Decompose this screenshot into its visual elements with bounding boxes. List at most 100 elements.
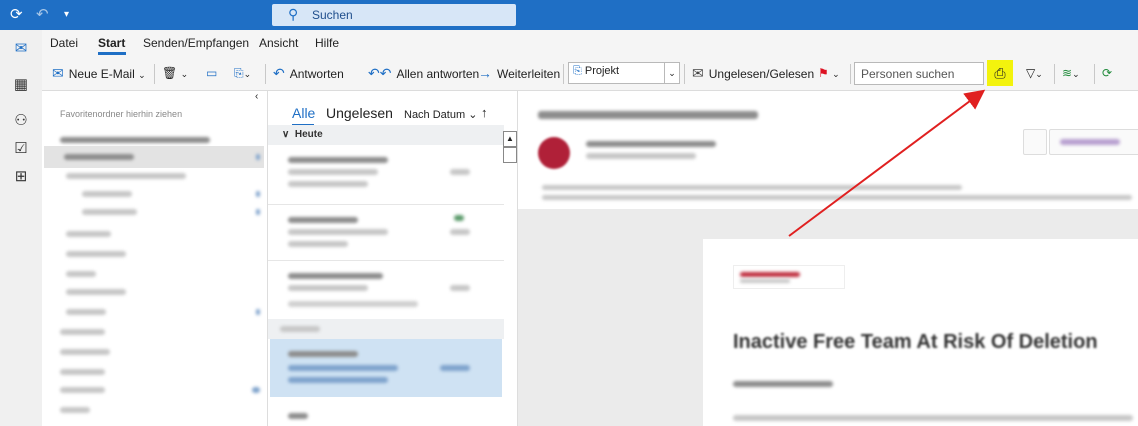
menu-item-senden-empfangen[interactable]: Senden/Empfangen <box>143 36 249 50</box>
new-email-button[interactable]: ✉ Neue E-Mail ⌄ <box>52 62 146 84</box>
folder-item[interactable] <box>66 251 126 257</box>
folder-item[interactable] <box>66 309 106 315</box>
apps-icon[interactable]: ⊞ <box>10 166 32 188</box>
scrollbar[interactable]: ▲ <box>503 131 517 421</box>
mail-icon[interactable]: ✉ <box>10 38 32 60</box>
subject <box>288 169 378 175</box>
chevron-down-icon[interactable]: ⌄ <box>244 69 252 79</box>
reading-reply-button[interactable] <box>1049 129 1138 155</box>
flag-button[interactable]: ⚑ ⌄ <box>818 62 840 84</box>
folder-item[interactable] <box>66 271 96 277</box>
calendar-icon[interactable]: ▦ <box>10 74 32 96</box>
body-text <box>733 415 1133 421</box>
unread-count <box>256 191 260 197</box>
list-item-selected[interactable] <box>270 339 502 397</box>
list-item[interactable] <box>270 205 502 259</box>
folder-item[interactable] <box>66 231 111 237</box>
sender <box>288 413 308 419</box>
chevron-down-icon[interactable]: ⌄ <box>1035 69 1043 79</box>
scroll-up-icon[interactable]: ▲ <box>503 131 517 147</box>
chevron-down-icon[interactable]: ⌄ <box>138 70 146 80</box>
scroll-thumb[interactable] <box>503 147 517 163</box>
folder-item[interactable] <box>82 209 137 215</box>
unread-count <box>256 209 260 215</box>
folder-item[interactable] <box>60 349 110 355</box>
forward-button[interactable]: → Weiterleiten <box>478 62 560 84</box>
chevron-down-icon: ⌄ <box>468 109 478 121</box>
folder-item[interactable] <box>66 173 186 179</box>
info-bar <box>542 185 962 190</box>
like-icon[interactable] <box>1023 129 1047 155</box>
reply-button[interactable]: ↶ Antworten <box>273 62 344 84</box>
sort-dropdown[interactable]: Nach Datum ⌄ <box>404 108 477 121</box>
folder-item[interactable] <box>60 369 105 375</box>
people-icon[interactable]: ⚇ <box>10 110 32 132</box>
app-rail: ✉ ▦ ⚇ ☑ ⊞ <box>0 30 43 426</box>
folder-item[interactable] <box>60 387 105 393</box>
divider <box>1094 64 1095 84</box>
unread-read-label: Ungelesen/Gelesen <box>708 67 815 81</box>
tab-all[interactable]: Alle <box>292 105 315 121</box>
logo-mark <box>740 272 800 277</box>
menu-item-ansicht[interactable]: Ansicht <box>259 36 298 50</box>
collapse-pane-icon[interactable]: ‹ <box>255 91 258 102</box>
menu-item-hilfe[interactable]: Hilfe <box>315 36 339 50</box>
sender <box>288 273 383 279</box>
sort-direction-icon[interactable]: ↑ <box>481 105 488 120</box>
message-header <box>518 91 1138 209</box>
delete-button[interactable]: 🗑 ⌄ <box>162 62 188 84</box>
address-book-icon[interactable]: ⎙ <box>987 60 1013 86</box>
forward-label: Weiterleiten <box>497 67 561 81</box>
people-search-input[interactable]: Personen suchen <box>854 62 984 85</box>
filter-button[interactable]: ▽⌄ <box>1026 62 1043 84</box>
list-item[interactable] <box>270 401 502 426</box>
chevron-down-icon[interactable]: ⌄ <box>664 63 679 83</box>
message-list: Alle Ungelesen Nach Datum ⌄ ↑ ∨ Heute ▲ <box>268 91 518 426</box>
unread-read-button[interactable]: ✉ Ungelesen/Gelesen <box>692 62 814 84</box>
folder-item[interactable] <box>60 329 105 335</box>
list-item[interactable] <box>270 261 502 315</box>
list-item[interactable] <box>270 149 502 203</box>
folder-item[interactable] <box>60 407 90 413</box>
preview <box>288 377 388 383</box>
chevron-down-icon[interactable]: ⌄ <box>832 69 840 79</box>
search-icon: ⚲ <box>288 6 299 22</box>
preview <box>288 301 418 307</box>
reply-all-label: Allen antworten <box>396 67 480 81</box>
project-dropdown[interactable]: ⎘ Projekt ⌄ <box>568 62 680 84</box>
search-box[interactable]: ⚲ Suchen <box>272 4 516 26</box>
project-label: Projekt <box>584 65 620 77</box>
chevron-down-icon[interactable]: ⌄ <box>181 69 189 79</box>
folder-item[interactable] <box>64 154 134 160</box>
active-tab-indicator <box>98 52 126 55</box>
sync-icon[interactable]: ⟳ <box>10 6 23 24</box>
account-name[interactable] <box>60 137 210 143</box>
menu-bar: Datei Start Senden/Empfangen Ansicht Hil… <box>42 30 1138 56</box>
sync-icon[interactable]: ⟳ <box>1102 62 1112 84</box>
reply-all-button[interactable]: ↶↶ Allen antworten <box>368 62 479 84</box>
recipient <box>586 153 696 159</box>
divider <box>563 64 564 84</box>
dropdown-icon[interactable]: ▾ <box>64 6 69 24</box>
project-icon: ⎘ <box>573 65 582 77</box>
greeting <box>733 381 833 387</box>
sender-name <box>586 141 716 147</box>
folder-item[interactable] <box>82 191 132 197</box>
menu-item-datei[interactable]: Datei <box>50 36 78 50</box>
move-button[interactable]: ⎘⌄ <box>234 62 251 84</box>
archive-icon: ▭ <box>206 66 218 80</box>
undo-icon[interactable]: ↶ <box>36 6 49 24</box>
tab-unread[interactable]: Ungelesen <box>326 105 393 121</box>
folder-item[interactable] <box>66 289 126 295</box>
message-heading: Inactive Free Team At Risk Of Deletion <box>733 331 1098 353</box>
info-bar <box>542 195 1132 200</box>
tasks-icon[interactable]: ☑ <box>10 138 32 160</box>
group-header-text: Heute <box>294 129 323 140</box>
translate-button[interactable]: ≋⌄ <box>1062 62 1080 84</box>
archive-button[interactable]: ▭ <box>206 62 217 84</box>
group-header-today[interactable]: ∨ Heute <box>268 125 504 145</box>
chevron-down-icon[interactable]: ⌄ <box>1072 69 1080 79</box>
reply-all-icon: ↶↶ <box>368 65 392 81</box>
group-header[interactable] <box>268 319 504 339</box>
menu-item-start[interactable]: Start <box>98 36 125 50</box>
